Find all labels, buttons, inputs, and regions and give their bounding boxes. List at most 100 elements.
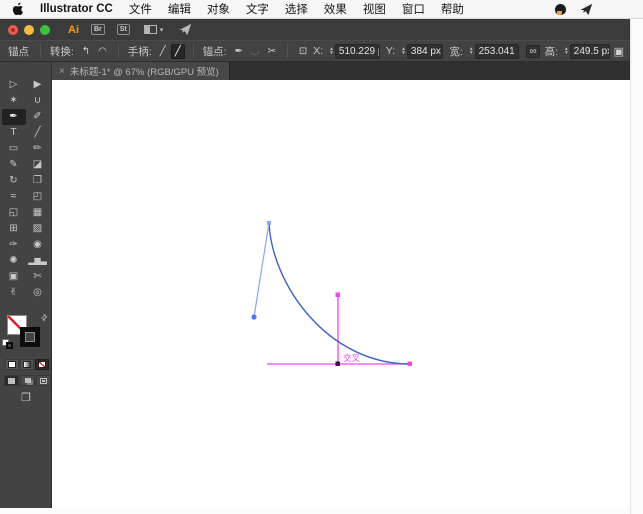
stepper-down-icon[interactable]: ▾: [565, 50, 568, 56]
eyedropper-tool[interactable]: ✑: [2, 237, 26, 253]
height-stepper[interactable]: ▴ ▾: [565, 46, 568, 56]
color-button[interactable]: [5, 359, 19, 370]
apple-icon[interactable]: [12, 2, 24, 16]
artboard-tool[interactable]: ▣: [2, 269, 26, 285]
transform-panel-icon[interactable]: ▣: [614, 45, 624, 58]
chevron-down-icon: ▾: [159, 26, 164, 34]
width-value-field[interactable]: 253.041 p: [474, 43, 520, 59]
divider: [117, 44, 119, 58]
menu-item-object[interactable]: 对象: [207, 1, 230, 17]
rotate-icon: ↻: [9, 175, 18, 186]
close-window-button[interactable]: [8, 24, 18, 35]
eraser-tool[interactable]: ◪: [26, 157, 50, 173]
minimize-window-button[interactable]: [24, 24, 34, 35]
free-transform-tool[interactable]: ❐: [26, 173, 50, 189]
selection-tool[interactable]: ▶: [26, 77, 50, 93]
link-dimensions-icon[interactable]: ∞: [526, 44, 540, 58]
shape-builder-tool[interactable]: ◱: [2, 205, 26, 221]
tools-grid: ▷ ▶ ✶ ∪ ✒ ✐ T ╱ ▭ ✏ ✎ ◪ ↻ ❐ ≈ ◰ ◱ ▦ ⊞ ▨ …: [0, 77, 51, 301]
default-fill-stroke-icon[interactable]: [2, 339, 14, 349]
cut-path-icon[interactable]: ✂: [265, 45, 279, 58]
menu-item-effect[interactable]: 效果: [324, 1, 347, 17]
none-button[interactable]: [35, 359, 49, 370]
slice-icon: ✄: [33, 271, 42, 282]
column-graph-tool[interactable]: ▂▆▃: [26, 253, 50, 269]
bridge-button[interactable]: Br: [91, 24, 105, 35]
y-stepper[interactable]: ▴ ▾: [402, 46, 405, 56]
gradient-tool[interactable]: ▨: [26, 221, 50, 237]
curvature-tool[interactable]: ✐: [26, 109, 50, 125]
menu-item-file[interactable]: 文件: [129, 1, 152, 17]
anchor-point-top[interactable]: [267, 221, 271, 225]
zoom-tool[interactable]: ◎: [26, 285, 50, 301]
document-tab-title: 未标题-1* @ 67% (RGB/GPU 预览): [69, 67, 219, 78]
type-tool[interactable]: T: [2, 125, 26, 141]
convert-to-smooth-icon[interactable]: ◠: [95, 45, 110, 58]
close-tab-icon[interactable]: ×: [59, 66, 65, 77]
menu-item-type[interactable]: 文字: [246, 1, 269, 17]
draw-inside-button[interactable]: [36, 375, 51, 386]
mesh-icon: ▦: [32, 207, 43, 218]
desktop-bottom-strip: [0, 508, 630, 514]
slice-tool[interactable]: ✄: [26, 269, 50, 285]
perspective-grid-tool[interactable]: ⊞: [2, 221, 26, 237]
blend-tool[interactable]: ◉: [26, 237, 50, 253]
menu-item-help[interactable]: 帮助: [441, 1, 464, 17]
menu-item-edit[interactable]: 编辑: [168, 1, 191, 17]
document-tab[interactable]: × 未标题-1* @ 67% (RGB/GPU 预览): [52, 62, 230, 80]
intersection-anchor[interactable]: [335, 361, 341, 367]
gradient-chip-icon: [23, 361, 31, 368]
mesh-tool[interactable]: ▦: [26, 205, 50, 221]
stepper-down-icon[interactable]: ▾: [470, 50, 473, 56]
workspace-icon: [143, 25, 157, 34]
gradient-button[interactable]: [20, 359, 34, 370]
stepper-down-icon[interactable]: ▾: [402, 50, 405, 56]
y-value-field[interactable]: 384 px: [406, 43, 444, 59]
line-segment-tool[interactable]: ╱: [26, 125, 50, 141]
share-icon[interactable]: [179, 23, 192, 36]
magic-wand-tool[interactable]: ✶: [2, 93, 26, 109]
rotate-tool[interactable]: ↻: [2, 173, 26, 189]
swap-fill-stroke-icon[interactable]: ⇄: [39, 312, 50, 323]
menu-item-select[interactable]: 选择: [285, 1, 308, 17]
zoom-window-button[interactable]: [40, 24, 50, 35]
reference-point-icon[interactable]: ⊡: [296, 45, 310, 58]
convert-to-corner-icon[interactable]: ↰: [79, 45, 93, 58]
menu-item-view[interactable]: 视图: [363, 1, 386, 17]
stepper-down-icon[interactable]: ▾: [330, 50, 333, 56]
hand-tool[interactable]: ✌: [2, 285, 26, 301]
x-value-field[interactable]: 510.229 p: [334, 43, 380, 59]
perspective-selection-tool[interactable]: ◰: [26, 189, 50, 205]
menu-app-name[interactable]: Illustrator CC: [40, 3, 113, 15]
pen-tool[interactable]: ✒: [1, 109, 26, 125]
width-stepper[interactable]: ▴ ▾: [470, 46, 473, 56]
connect-endpoints-icon[interactable]: ◡: [248, 45, 263, 58]
divider: [40, 44, 41, 58]
height-value-field[interactable]: 249.5 px: [569, 43, 610, 59]
hide-handles-icon[interactable]: ╱: [170, 43, 185, 59]
remove-anchor-icon[interactable]: ✒: [231, 45, 245, 58]
screen-mode-button[interactable]: ❐: [0, 391, 52, 404]
lasso-tool[interactable]: ∪: [26, 93, 50, 109]
artboard-canvas[interactable]: 交叉: [52, 80, 630, 508]
shaper-tool[interactable]: ✎: [2, 157, 26, 173]
draw-behind-button[interactable]: [20, 375, 35, 386]
stock-button[interactable]: St: [116, 24, 130, 35]
rectangle-tool[interactable]: ▭: [2, 141, 26, 157]
symbol-sprayer-tool[interactable]: ✺: [2, 253, 26, 269]
shape-builder-icon: ◱: [8, 207, 19, 218]
stroke-swatch[interactable]: [20, 327, 40, 347]
width-tool[interactable]: ≈: [2, 189, 26, 205]
height-label: 高:: [544, 45, 559, 58]
handle-endpoint[interactable]: [251, 314, 257, 320]
menubar-status-icon[interactable]: [555, 4, 566, 15]
direct-selection-tool[interactable]: ▷: [2, 77, 26, 93]
x-stepper[interactable]: ▴ ▾: [330, 46, 333, 56]
paintbrush-tool[interactable]: ✏: [26, 141, 50, 157]
show-handles-icon[interactable]: ╱: [157, 45, 169, 58]
draw-normal-button[interactable]: [4, 375, 19, 386]
menu-item-window[interactable]: 窗口: [402, 1, 425, 17]
menubar-send-icon[interactable]: [580, 3, 593, 16]
workspace-switcher[interactable]: ▾: [143, 25, 164, 34]
shaper-icon: ✎: [9, 159, 18, 170]
